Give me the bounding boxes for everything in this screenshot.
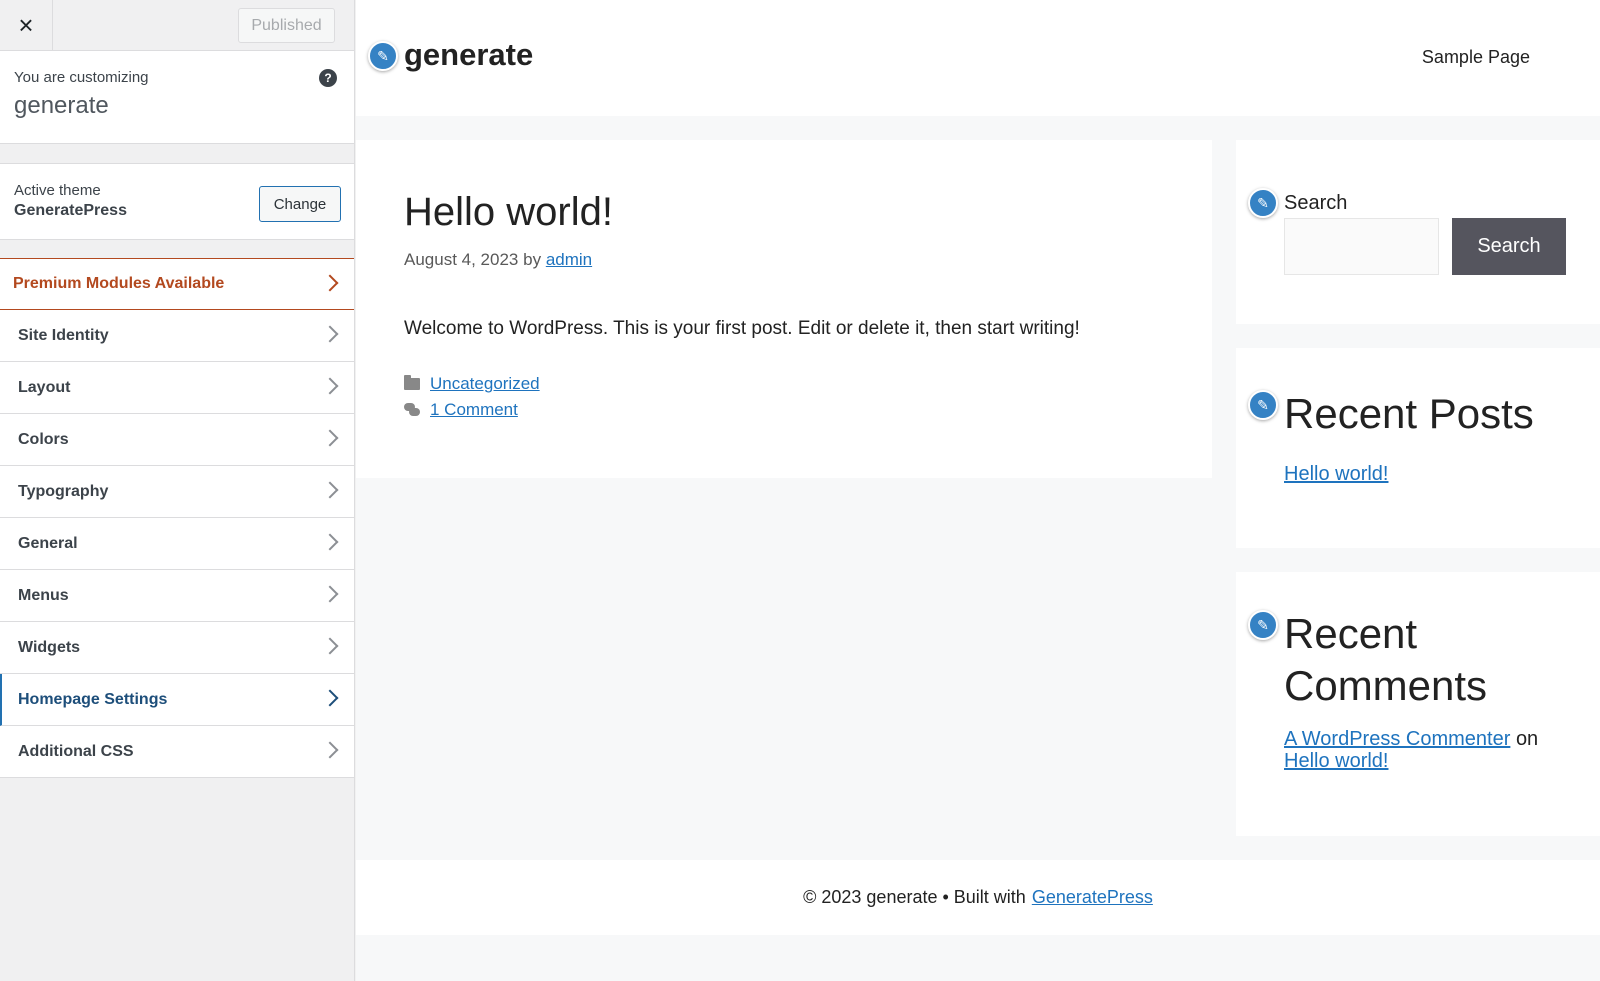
panel-label: Homepage Settings [18, 690, 168, 708]
post-by: by [523, 250, 542, 269]
panel-label: Colors [18, 430, 69, 448]
panel-general[interactable]: General [0, 518, 354, 570]
chevron-right-icon [321, 689, 339, 707]
panel-additional-css[interactable]: Additional CSS [0, 726, 354, 778]
post-comments: 1 Comment [404, 400, 518, 420]
panel-colors[interactable]: Colors [0, 414, 354, 466]
site-preview: ✎ generate Sample Page Hello world! Augu… [356, 0, 1600, 981]
panel-label: Typography [18, 482, 109, 500]
chevron-right-icon [321, 533, 339, 551]
search-label: Search [1284, 192, 1348, 214]
post-date[interactable]: August 4, 2023 [404, 250, 518, 269]
recent-comment-entry: A WordPress Commenter on [1284, 728, 1538, 751]
comments-link[interactable]: 1 Comment [430, 400, 518, 420]
post-meta: August 4, 2023 by admin [404, 250, 592, 270]
panel-premium-modules[interactable]: Premium Modules Available [0, 258, 354, 310]
customizing-label: You are customizing [14, 69, 149, 86]
site-header: ✎ generate Sample Page [356, 0, 1600, 116]
panel-label: General [18, 534, 78, 552]
chevron-right-icon [321, 637, 339, 655]
chevron-right-icon [321, 377, 339, 395]
close-icon[interactable]: × [0, 0, 53, 51]
panel-label: Widgets [18, 638, 81, 656]
published-button[interactable]: Published [238, 8, 335, 43]
customizing-info: You are customizing generate ? [0, 51, 354, 144]
post-category: Uncategorized [404, 374, 540, 394]
change-theme-button[interactable]: Change [259, 186, 341, 222]
active-theme-section: Active theme GeneratePress Change [0, 163, 354, 240]
chevron-right-icon [321, 429, 339, 447]
search-widget: ✎ Search Search [1236, 140, 1600, 324]
panel-menus[interactable]: Menus [0, 570, 354, 622]
footer-text: © 2023 generate • Built with [803, 887, 1026, 907]
recent-posts-title: Recent Posts [1284, 390, 1534, 437]
panel-label: Layout [18, 378, 71, 396]
edit-shortcut-icon[interactable]: ✎ [1248, 610, 1278, 640]
panel-label: Premium Modules Available [13, 275, 225, 292]
search-input[interactable] [1284, 218, 1439, 275]
comment-post-link[interactable]: Hello world! [1284, 750, 1388, 773]
customizer-sidebar: × Published You are customizing generate… [0, 0, 355, 981]
customizing-site-name: generate [14, 92, 109, 119]
commenter-link[interactable]: A WordPress Commenter [1284, 728, 1510, 750]
recent-comments-title-line2: Comments [1284, 662, 1488, 709]
help-icon[interactable]: ? [319, 69, 337, 87]
chevron-right-icon [321, 585, 339, 603]
recent-post-link[interactable]: Hello world! [1284, 463, 1388, 486]
comment-on-text: on [1515, 728, 1539, 750]
edit-shortcut-icon[interactable]: ✎ [1248, 188, 1278, 218]
panel-site-identity[interactable]: Site Identity [0, 310, 354, 362]
customizer-topbar: × Published [0, 0, 354, 51]
panel-label: Additional CSS [18, 742, 134, 760]
chevron-right-icon [321, 325, 339, 343]
chevron-right-icon [321, 741, 339, 759]
chevron-right-icon [321, 481, 339, 499]
footer-generatepress-link[interactable]: GeneratePress [1032, 887, 1153, 908]
recent-comments-widget: ✎ Recent Comments A WordPress Commenter … [1236, 572, 1600, 836]
site-footer: © 2023 generate • Built with GeneratePre… [356, 860, 1600, 935]
recent-comments-title-line1: Recent [1284, 610, 1418, 657]
customizer-panel-list: Premium Modules Available Site Identity … [0, 258, 354, 778]
panel-label: Menus [18, 586, 69, 604]
comments-icon [404, 403, 420, 417]
site-title[interactable]: generate [404, 37, 533, 73]
nav-sample-page[interactable]: Sample Page [1422, 47, 1530, 68]
post-title[interactable]: Hello world! [404, 190, 613, 235]
panel-label: Site Identity [18, 326, 109, 344]
category-link[interactable]: Uncategorized [430, 374, 540, 394]
post-article: Hello world! August 4, 2023 by admin Wel… [356, 140, 1212, 478]
recent-posts-widget: ✎ Recent Posts Hello world! [1236, 348, 1600, 548]
post-author-link[interactable]: admin [546, 250, 592, 269]
edit-shortcut-icon[interactable]: ✎ [368, 41, 398, 71]
chevron-right-icon [321, 274, 339, 292]
panel-typography[interactable]: Typography [0, 466, 354, 518]
folder-icon [404, 375, 420, 390]
search-button[interactable]: Search [1452, 218, 1566, 275]
post-content: Welcome to WordPress. This is your first… [404, 318, 1080, 339]
edit-shortcut-icon[interactable]: ✎ [1248, 390, 1278, 420]
recent-comments-title: Recent Comments [1284, 608, 1487, 712]
panel-widgets[interactable]: Widgets [0, 622, 354, 674]
panel-homepage-settings[interactable]: Homepage Settings [0, 674, 354, 726]
panel-layout[interactable]: Layout [0, 362, 354, 414]
